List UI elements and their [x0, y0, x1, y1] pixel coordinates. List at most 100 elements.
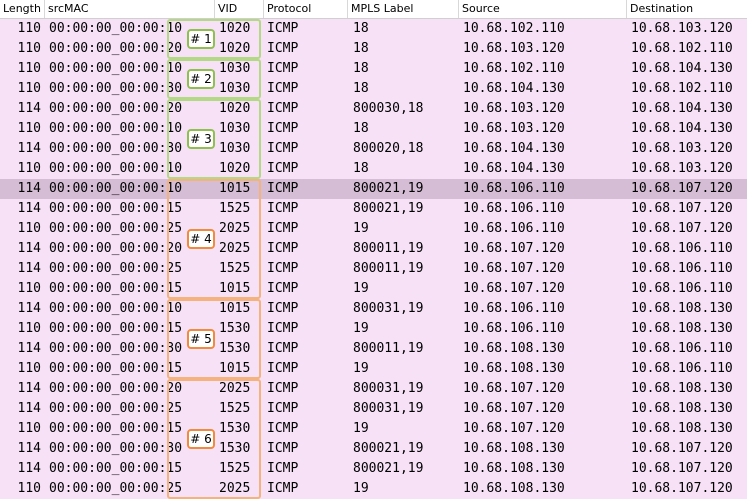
cell-length: 110: [17, 221, 41, 236]
packet-row[interactable]: 110 00:00:00_00:00:25 2025 ICMP 19 10.68.108.…: [0, 479, 747, 499]
cell-mpls: 19: [353, 321, 369, 336]
packet-row[interactable]: 110 00:00:00_00:00:30 1030 ICMP 18 10.68.104.…: [0, 79, 747, 99]
packet-row[interactable]: 114 00:00:00_00:00:20 2025 ICMP 800011,19 10.…: [0, 239, 747, 259]
cell-vid: 1030: [219, 61, 251, 76]
cell-source: 10.68.108.130: [463, 361, 565, 376]
cell-vid: 1525: [219, 461, 251, 476]
cell-vid: 1020: [219, 161, 251, 176]
cell-vid: 2025: [219, 481, 251, 496]
cell-vid: 1030: [219, 141, 251, 156]
cell-protocol: ICMP: [267, 181, 299, 196]
cell-destination: 10.68.104.130: [631, 121, 733, 136]
cell-source: 10.68.107.120: [463, 401, 565, 416]
packet-row[interactable]: 110 00:00:00_00:00:10 1020 ICMP 18 10.68.102.…: [0, 19, 747, 39]
cell-protocol: ICMP: [267, 261, 299, 276]
cell-protocol: ICMP: [267, 481, 299, 496]
packet-row[interactable]: 114 00:00:00_00:00:10 1015 ICMP 800031,19 10.…: [0, 299, 747, 319]
cell-vid: 1015: [219, 181, 251, 196]
cell-destination: 10.68.106.110: [631, 281, 733, 296]
packet-row[interactable]: 114 00:00:00_00:00:30 1030 ICMP 800020,18 10.…: [0, 139, 747, 159]
cell-destination: 10.68.107.120: [631, 441, 733, 456]
packet-row[interactable]: 114 00:00:00_00:00:30 1530 ICMP 800021,19 10.…: [0, 439, 747, 459]
cell-mpls: 18: [353, 121, 369, 136]
cell-protocol: ICMP: [267, 41, 299, 56]
packet-row[interactable]: 114 00:00:00_00:00:25 1525 ICMP 800031,19 10.…: [0, 399, 747, 419]
packet-row[interactable]: 114 00:00:00_00:00:20 1020 ICMP 800030,18 10.…: [0, 99, 747, 119]
cell-length: 114: [17, 381, 41, 396]
cell-source: 10.68.108.130: [463, 481, 565, 496]
cell-vid: 1030: [219, 81, 251, 96]
cell-protocol: ICMP: [267, 441, 299, 456]
packet-row[interactable]: 114 00:00:00_00:00:25 1525 ICMP 800011,19 10.…: [0, 259, 747, 279]
cell-mpls: 800021,19: [353, 201, 424, 216]
cell-mpls: 800031,19: [353, 401, 424, 416]
cell-length: 114: [17, 201, 41, 216]
packet-row[interactable]: 114 00:00:00_00:00:15 1525 ICMP 800021,19 10.…: [0, 459, 747, 479]
cell-vid: 1530: [219, 321, 251, 336]
cell-protocol: ICMP: [267, 301, 299, 316]
packet-row[interactable]: 110 00:00:00_00:00:25 2025 ICMP 19 10.68.106.…: [0, 219, 747, 239]
cell-protocol: ICMP: [267, 241, 299, 256]
cell-vid: 1015: [219, 361, 251, 376]
cell-vid: 1020: [219, 21, 251, 36]
packet-row[interactable]: 110 00:00:00_00:00:10 1020 ICMP 18 10.68.104.…: [0, 159, 747, 179]
cell-length: 114: [17, 261, 41, 276]
column-header-protocol[interactable]: Protocol: [264, 0, 348, 18]
column-header-mpls-label[interactable]: MPLS Label: [348, 0, 459, 18]
column-header-vid[interactable]: VID: [215, 0, 264, 18]
cell-mpls: 800011,19: [353, 341, 424, 356]
cell-destination: 10.68.106.110: [631, 341, 733, 356]
packet-row[interactable]: 110 00:00:00_00:00:10 1030 ICMP 18 10.68.102.…: [0, 59, 747, 79]
cell-source: 10.68.102.110: [463, 61, 565, 76]
cell-source: 10.68.104.130: [463, 161, 565, 176]
cell-vid: 1530: [219, 421, 251, 436]
cell-mpls: 800011,19: [353, 241, 424, 256]
column-header-srcmac[interactable]: srcMAC: [45, 0, 215, 18]
cell-destination: 10.68.108.130: [631, 401, 733, 416]
cell-protocol: ICMP: [267, 81, 299, 96]
cell-protocol: ICMP: [267, 461, 299, 476]
group-tag: # 3: [187, 129, 215, 149]
cell-source: 10.68.106.110: [463, 181, 565, 196]
cell-destination: 10.68.103.120: [631, 161, 733, 176]
packet-row[interactable]: 114 00:00:00_00:00:10 1015 ICMP 800021,19 10.…: [0, 179, 747, 199]
cell-length: 114: [17, 401, 41, 416]
cell-protocol: ICMP: [267, 101, 299, 116]
group-tag: # 5: [187, 329, 215, 349]
cell-source: 10.68.107.120: [463, 241, 565, 256]
packet-row[interactable]: 114 00:00:00_00:00:20 2025 ICMP 800031,19 10.…: [0, 379, 747, 399]
cell-length: 110: [17, 81, 41, 96]
packet-row[interactable]: 114 00:00:00_00:00:15 1525 ICMP 800021,19 10.…: [0, 199, 747, 219]
cell-destination: 10.68.108.130: [631, 301, 733, 316]
cell-srcmac: 00:00:00_00:00:25: [49, 481, 183, 496]
packet-row[interactable]: 114 00:00:00_00:00:30 1530 ICMP 800011,19 10.…: [0, 339, 747, 359]
packet-row[interactable]: 110 00:00:00_00:00:15 1015 ICMP 19 10.68.107.…: [0, 279, 747, 299]
column-header-destination[interactable]: Destination: [627, 0, 747, 18]
cell-vid: 1015: [219, 281, 251, 296]
cell-destination: 10.68.103.120: [631, 21, 733, 36]
column-header-source[interactable]: Source: [459, 0, 627, 18]
cell-srcmac: 00:00:00_00:00:25: [49, 401, 183, 416]
cell-vid: 1020: [219, 101, 251, 116]
cell-source: 10.68.107.120: [463, 381, 565, 396]
cell-mpls: 800021,19: [353, 461, 424, 476]
cell-mpls: 800031,19: [353, 381, 424, 396]
cell-protocol: ICMP: [267, 281, 299, 296]
cell-destination: 10.68.104.130: [631, 61, 733, 76]
packet-row[interactable]: 110 00:00:00_00:00:20 1020 ICMP 18 10.68.103.…: [0, 39, 747, 59]
cell-protocol: ICMP: [267, 61, 299, 76]
cell-srcmac: 00:00:00_00:00:15: [49, 461, 183, 476]
column-header-length[interactable]: Length: [0, 0, 45, 18]
cell-protocol: ICMP: [267, 361, 299, 376]
packet-row[interactable]: 110 00:00:00_00:00:10 1030 ICMP 18 10.68.103.…: [0, 119, 747, 139]
cell-source: 10.68.106.110: [463, 201, 565, 216]
cell-vid: 2025: [219, 381, 251, 396]
cell-protocol: ICMP: [267, 221, 299, 236]
group-tag: # 1: [187, 29, 215, 49]
packet-row[interactable]: 110 00:00:00_00:00:15 1015 ICMP 19 10.68.108.…: [0, 359, 747, 379]
cell-mpls: 800021,19: [353, 181, 424, 196]
cell-destination: 10.68.108.130: [631, 421, 733, 436]
packet-row[interactable]: 110 00:00:00_00:00:15 1530 ICMP 19 10.68.107.…: [0, 419, 747, 439]
packet-row[interactable]: 110 00:00:00_00:00:15 1530 ICMP 19 10.68.106.…: [0, 319, 747, 339]
cell-source: 10.68.102.110: [463, 21, 565, 36]
